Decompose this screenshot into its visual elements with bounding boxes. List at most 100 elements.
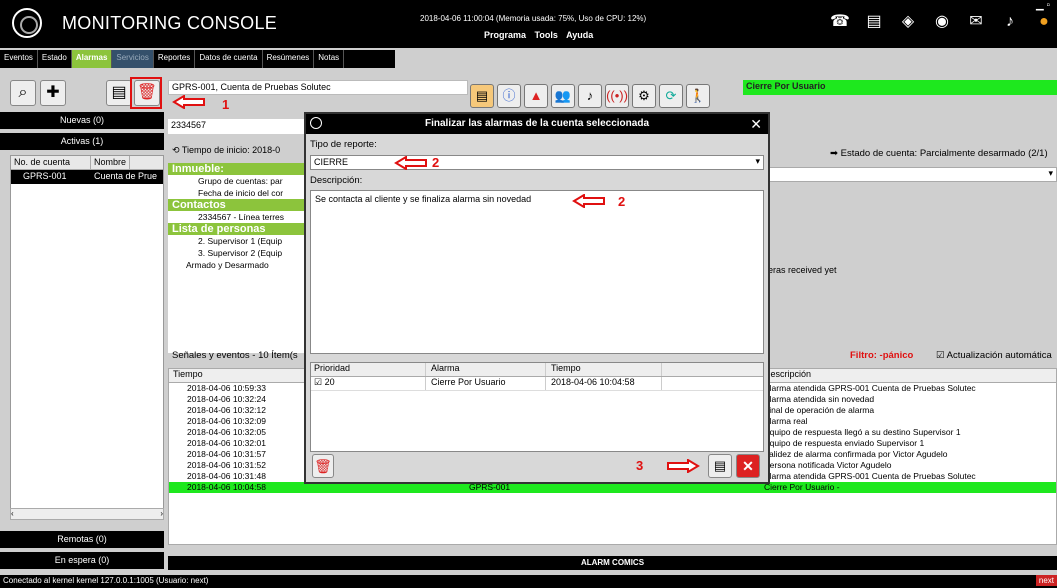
remotas-header[interactable]: Remotas (0)	[0, 531, 164, 548]
pointer-arrow-icon	[667, 459, 700, 473]
close-icon[interactable]: ✕	[750, 114, 762, 134]
window-controls-icon[interactable]: ▁ ▫	[1036, 0, 1050, 11]
nuevas-header[interactable]: Nuevas (0)	[0, 112, 164, 129]
start-time-text: Tiempo de inicio: 2018-0	[181, 145, 281, 155]
settings-icon[interactable]: ⚙	[632, 84, 656, 108]
accounts-table: No. de cuenta Nombre GPRS-001 Cuenta de …	[10, 155, 164, 520]
desc-label: Descripción:	[310, 175, 363, 186]
refresh-icon[interactable]: ⟲	[172, 145, 182, 155]
cell-tiempo: 2018-04-06 10:32:12	[187, 405, 266, 415]
warning-icon[interactable]: ▲	[524, 84, 548, 108]
row-checkbox[interactable]: ☑ 20	[314, 377, 335, 388]
annotation-1: 1	[222, 97, 230, 112]
left-toolbar: ⌕ ✚ ▤ 🗑	[10, 77, 162, 110]
tab-reportes[interactable]: Reportes	[154, 50, 196, 68]
espera-header[interactable]: En espera (0)	[0, 552, 164, 569]
highlight-box	[130, 77, 162, 109]
col-cuenta[interactable]: No. de cuenta	[11, 156, 91, 169]
auto-update-checkbox[interactable]: ☑ Actualización automática	[936, 350, 1052, 361]
smiley-icon[interactable]: ●	[1034, 12, 1054, 32]
description-text: Se contacta al cliente y se finaliza ala…	[315, 194, 532, 204]
tree-inmueble[interactable]: Inmueble:	[168, 163, 308, 175]
person-walk-icon[interactable]: 🚶	[686, 84, 710, 108]
main-tabs: Eventos Estado Alarmas Servicios Reporte…	[0, 50, 395, 68]
app-logo-icon	[12, 8, 42, 38]
cell-cuenta: GPRS-001	[23, 171, 67, 181]
menu-tools[interactable]: Tools	[535, 30, 558, 40]
tab-eventos[interactable]: Eventos	[0, 50, 38, 68]
account-field[interactable]: GPRS-001, Cuenta de Pruebas Solutec	[168, 80, 468, 95]
trash-button[interactable]: 🗑	[312, 454, 334, 478]
col-nombre[interactable]: Nombre	[91, 156, 131, 169]
phone-field[interactable]: 2334567	[168, 119, 308, 134]
col-tiempo[interactable]: Tiempo	[551, 363, 581, 373]
user-badge: next	[1035, 575, 1057, 586]
status-bar: Conectado al kernel kernel 127.0.0.1:100…	[0, 575, 1057, 588]
tree-item: 2334567 - Línea terres	[198, 212, 285, 222]
document-icon[interactable]: ▤	[864, 12, 884, 32]
tab-resumenes[interactable]: Resúmenes	[263, 50, 315, 68]
action-toolbar: ▤ ⓘ ▲ 👥 ♪ ((•)) ⚙ ⟳ 🚶	[470, 84, 710, 108]
volume-icon[interactable]: ♪	[578, 84, 602, 108]
cycle-icon[interactable]: ⟳	[659, 84, 683, 108]
search-button[interactable]: ⌕	[10, 80, 36, 106]
tipo-select[interactable]: CIERRE ▾	[310, 155, 764, 170]
col-alarma[interactable]: Alarma	[431, 363, 460, 373]
tab-servicios[interactable]: Servicios	[112, 50, 154, 68]
pointer-arrow-icon	[394, 156, 427, 170]
tree-contactos[interactable]: Contactos	[168, 199, 308, 211]
filter-label[interactable]: Filtro: -pánico	[850, 350, 913, 361]
add-button[interactable]: ✚	[40, 80, 66, 106]
tree-item[interactable]: Armado y Desarmado	[168, 259, 308, 271]
tab-estado[interactable]: Estado	[38, 50, 72, 68]
col-tiempo[interactable]: Tiempo	[173, 369, 203, 379]
table-row[interactable]: GPRS-001 Cuenta de Prue	[11, 170, 163, 184]
system-status: 2018-04-06 11:00:04 (Memoria usada: 75%,…	[420, 14, 647, 23]
map-icon[interactable]: ◈	[898, 12, 918, 32]
right-dropdown[interactable]: ▾	[768, 167, 1057, 182]
cell-descripcion: Equipo de respuesta enviado Supervisor 1	[764, 438, 925, 448]
cancel-button[interactable]: ✕	[736, 454, 760, 478]
activas-header[interactable]: Activas (1)	[0, 133, 164, 150]
pointer-arrow-icon	[572, 194, 605, 208]
cell-tiempo: 2018-04-06 10:32:05	[187, 427, 266, 437]
horizontal-scrollbar[interactable]: ‹ ›	[10, 508, 164, 520]
col-prioridad[interactable]: Prioridad	[314, 363, 350, 373]
cell-tiempo: 2018-04-06 10:31:52	[187, 460, 266, 470]
alarm-sound-icon[interactable]: ((•))	[605, 84, 629, 108]
notes-icon[interactable]: ▤	[470, 84, 494, 108]
cell-tiempo: 2018-04-06 10:04:58	[187, 482, 266, 492]
tab-notas[interactable]: Notas	[314, 50, 345, 68]
menu-ayuda[interactable]: Ayuda	[566, 30, 593, 40]
menu-bar: Programa Tools Ayuda	[484, 30, 599, 40]
app-title: MONITORING CONSOLE	[62, 13, 278, 33]
tree-personas[interactable]: Lista de personas	[168, 223, 308, 235]
table-row[interactable]: ☑ 20 Cierre Por Usuario 2018-04-06 10:04…	[311, 377, 763, 391]
owl-icon[interactable]: ◉	[932, 12, 952, 32]
dialog-title: Finalizar las alarmas de la cuenta selec…	[306, 114, 768, 134]
menu-programa[interactable]: Programa	[484, 30, 526, 40]
account-tree: Inmueble: Grupo de cuentas: par Fecha de…	[168, 163, 308, 353]
cell-tiempo: 2018-04-06 10:31:48	[187, 471, 266, 481]
chat-icon[interactable]: ✉	[966, 12, 986, 32]
tipo-value: CIERRE	[314, 157, 349, 167]
cell-prioridad: 20	[324, 377, 335, 387]
annotation-2a: 2	[432, 155, 440, 170]
cell-nombre: Cuenta de Prue	[94, 171, 158, 181]
cell-descripcion: Alarma atendida GPRS-001 Cuenta de Prueb…	[764, 471, 976, 481]
col-descripcion[interactable]: Descripción	[764, 369, 811, 379]
phone-icon[interactable]: ☎	[830, 12, 850, 32]
tab-datos-cuenta[interactable]: Datos de cuenta	[195, 50, 263, 68]
tree-item: 2. Supervisor 1 (Equip	[198, 236, 283, 246]
speaker-icon[interactable]: ♪	[1000, 12, 1020, 32]
description-textarea[interactable]: Se contacta al cliente y se finaliza ala…	[310, 190, 764, 354]
report-button[interactable]: ▤	[106, 80, 132, 106]
alarm-status-bar: Cierre Por Usuario	[743, 80, 1057, 95]
people-icon[interactable]: 👥	[551, 84, 575, 108]
cell-tiempo: 2018-04-06 10:32:24	[187, 394, 266, 404]
confirm-button[interactable]: ▤	[708, 454, 732, 478]
tree-item: Fecha de inicio del cor	[198, 188, 284, 198]
info-icon[interactable]: ⓘ	[497, 84, 521, 108]
tab-alarmas[interactable]: Alarmas	[71, 50, 113, 68]
finalize-alarms-dialog: Finalizar las alarmas de la cuenta selec…	[304, 112, 770, 484]
